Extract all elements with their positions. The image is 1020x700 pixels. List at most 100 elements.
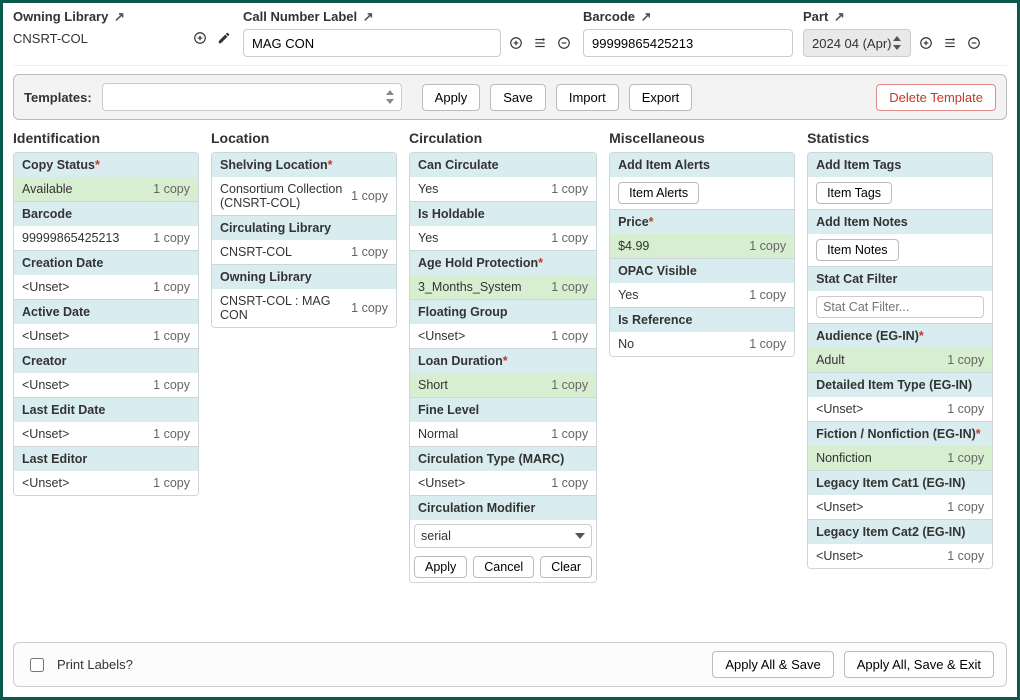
circ-modifier-select[interactable]: serial [414,524,592,548]
call-number-col: Call Number Label ↗ [243,9,573,57]
apply-all-save-button[interactable]: Apply All & Save [712,651,833,678]
owning-library-value-row[interactable]: CNSRT-COL : MAG CON1 copy [212,289,396,327]
chevron-down-icon [575,533,585,539]
legacy-cat1-value[interactable]: <Unset>1 copy [808,495,992,519]
floating-group-header[interactable]: Floating Group [410,300,596,324]
circulating-library-header[interactable]: Circulating Library [212,216,396,240]
circ-mod-clear-button[interactable]: Clear [540,556,592,578]
is-reference-header[interactable]: Is Reference [610,308,794,332]
is-holdable-value[interactable]: Yes1 copy [410,226,596,250]
barcode-input[interactable] [583,29,793,57]
copy-status-value[interactable]: Available1 copy [14,177,198,201]
creator-header[interactable]: Creator [14,349,198,373]
audience-header[interactable]: Audience (EG-IN)* [808,324,992,348]
templates-select[interactable] [102,83,402,111]
detailed-item-type-header[interactable]: Detailed Item Type (EG-IN) [808,373,992,397]
fine-level-value[interactable]: Normal1 copy [410,422,596,446]
add-icon[interactable] [917,34,935,52]
shelving-location-header[interactable]: Shelving Location* [212,153,396,177]
print-labels-checkbox[interactable] [30,658,44,672]
opac-visible-header[interactable]: OPAC Visible [610,259,794,283]
item-tags-row: Item Tags [808,177,992,209]
item-notes-button[interactable]: Item Notes [816,239,898,261]
price-value[interactable]: $4.991 copy [610,234,794,258]
owning-library-value: CNSRT-COL [13,31,88,46]
opac-visible-value[interactable]: Yes1 copy [610,283,794,307]
creator-value[interactable]: <Unset>1 copy [14,373,198,397]
detailed-item-type-value[interactable]: <Unset>1 copy [808,397,992,421]
barcode-header[interactable]: Barcode [14,202,198,226]
circ-type-header[interactable]: Circulation Type (MARC) [410,447,596,471]
shelving-location-value[interactable]: Consortium Collection (CNSRT-COL)1 copy [212,177,396,215]
fiction-nonfiction-value[interactable]: Nonfiction1 copy [808,446,992,470]
creation-date-header[interactable]: Creation Date [14,251,198,275]
active-date-header[interactable]: Active Date [14,300,198,324]
floating-group-value[interactable]: <Unset>1 copy [410,324,596,348]
save-template-button[interactable]: Save [490,84,546,111]
loan-duration-header[interactable]: Loan Duration* [410,349,596,373]
circ-modifier-header[interactable]: Circulation Modifier [410,496,596,520]
remove-icon[interactable] [555,34,573,52]
settings-icon[interactable] [531,34,549,52]
barcode-col: Barcode ↗ [583,9,793,57]
loan-duration-value[interactable]: Short1 copy [410,373,596,397]
miscellaneous-column: Miscellaneous Add Item Alerts Item Alert… [609,130,795,634]
import-template-button[interactable]: Import [556,84,619,111]
print-labels-label: Print Labels? [57,657,133,672]
apply-template-button[interactable]: Apply [422,84,481,111]
circ-type-value[interactable]: <Unset>1 copy [410,471,596,495]
location-column: Location Shelving Location* Consortium C… [211,130,397,634]
add-item-tags-header[interactable]: Add Item Tags [808,153,992,177]
identification-column: Identification Copy Status* Available1 c… [13,130,199,634]
last-edit-date-value[interactable]: <Unset>1 copy [14,422,198,446]
copy-status-header[interactable]: Copy Status* [14,153,198,177]
last-edit-date-header[interactable]: Last Edit Date [14,398,198,422]
is-holdable-header[interactable]: Is Holdable [410,202,596,226]
creation-date-value[interactable]: <Unset>1 copy [14,275,198,299]
call-number-label: Call Number Label ↗ [243,9,573,25]
circ-mod-apply-button[interactable]: Apply [414,556,467,578]
remove-icon[interactable] [965,34,983,52]
circulation-title: Circulation [409,130,597,146]
price-header[interactable]: Price* [610,210,794,234]
apply-all-save-exit-button[interactable]: Apply All, Save & Exit [844,651,994,678]
edit-icon[interactable] [215,29,233,47]
holdings-header-row: Owning Library ↗ CNSRT-COL Call Number L… [13,9,1007,57]
item-notes-row: Item Notes [808,234,992,266]
legacy-cat2-value[interactable]: <Unset>1 copy [808,544,992,568]
item-alerts-button[interactable]: Item Alerts [618,182,699,204]
templates-bar: Templates: Apply Save Import Export Dele… [13,74,1007,120]
add-icon[interactable] [507,34,525,52]
circulating-library-value[interactable]: CNSRT-COL1 copy [212,240,396,264]
stat-cat-filter-input[interactable] [816,296,984,318]
can-circulate-value[interactable]: Yes1 copy [410,177,596,201]
part-select[interactable]: 2024 04 (Apr) [803,29,911,57]
owning-library-header[interactable]: Owning Library [212,265,396,289]
legacy-cat2-header[interactable]: Legacy Item Cat2 (EG-IN) [808,520,992,544]
last-editor-header[interactable]: Last Editor [14,447,198,471]
location-title: Location [211,130,397,146]
delete-template-button[interactable]: Delete Template [876,84,996,111]
settings-icon[interactable] [941,34,959,52]
stat-cat-filter-header[interactable]: Stat Cat Filter [808,267,992,291]
age-hold-value[interactable]: 3_Months_System1 copy [410,275,596,299]
statistics-column: Statistics Add Item Tags Item Tags Add I… [807,130,993,634]
add-item-notes-header[interactable]: Add Item Notes [808,210,992,234]
fiction-nonfiction-header[interactable]: Fiction / Nonfiction (EG-IN)* [808,422,992,446]
audience-value[interactable]: Adult1 copy [808,348,992,372]
export-template-button[interactable]: Export [629,84,693,111]
add-icon[interactable] [191,29,209,47]
fine-level-header[interactable]: Fine Level [410,398,596,422]
call-number-input[interactable] [243,29,501,57]
age-hold-header[interactable]: Age Hold Protection* [410,251,596,275]
item-tags-button[interactable]: Item Tags [816,182,892,204]
barcode-value-row[interactable]: 999998654252131 copy [14,226,198,250]
legacy-cat1-header[interactable]: Legacy Item Cat1 (EG-IN) [808,471,992,495]
item-alerts-row: Item Alerts [610,177,794,209]
last-editor-value[interactable]: <Unset>1 copy [14,471,198,495]
circ-mod-cancel-button[interactable]: Cancel [473,556,534,578]
can-circulate-header[interactable]: Can Circulate [410,153,596,177]
is-reference-value[interactable]: No1 copy [610,332,794,356]
active-date-value[interactable]: <Unset>1 copy [14,324,198,348]
add-item-alerts-header[interactable]: Add Item Alerts [610,153,794,177]
